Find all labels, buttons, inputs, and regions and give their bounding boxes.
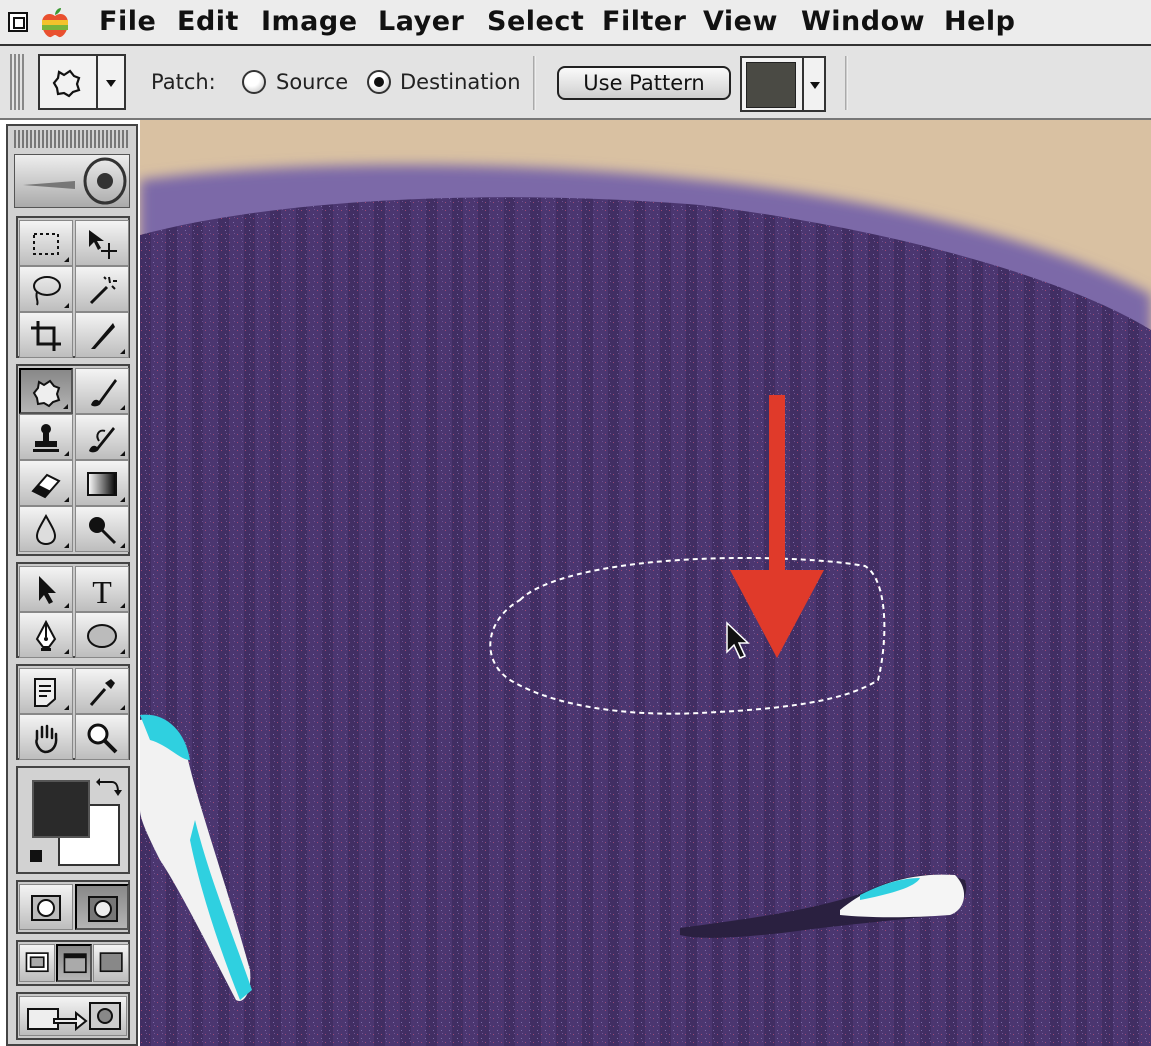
toolbox-logo[interactable] — [14, 154, 130, 208]
tool-preset-picker[interactable] — [38, 54, 126, 110]
photo — [140, 120, 1151, 1046]
menu-image[interactable]: Image — [261, 6, 358, 37]
ellipse-tool[interactable] — [75, 612, 129, 658]
chevron-down-icon — [810, 82, 820, 89]
foreground-color-swatch[interactable] — [32, 780, 90, 838]
path-selection-tool[interactable] — [19, 566, 73, 612]
standard-mode-button[interactable] — [19, 884, 73, 930]
options-bar-grip[interactable] — [10, 54, 24, 110]
patch-icon — [52, 69, 81, 98]
blur-tool[interactable] — [19, 506, 73, 552]
apple-icon[interactable] — [38, 6, 72, 40]
toolbox: T — [6, 124, 138, 1046]
history-brush-tool[interactable] — [75, 414, 129, 460]
color-swatches — [16, 766, 130, 874]
type-tool[interactable]: T — [75, 566, 129, 612]
tool-group-navigation — [16, 664, 130, 760]
quick-mask-group — [16, 880, 130, 934]
tool-group-painting — [16, 364, 130, 556]
pattern-swatch — [746, 62, 796, 108]
window-box-icon[interactable] — [8, 12, 28, 32]
zoom-tool[interactable] — [75, 714, 129, 760]
marquee-tool[interactable] — [19, 220, 73, 266]
source-label[interactable]: Source — [276, 70, 348, 94]
separator — [845, 56, 848, 110]
red-arrow-shaft — [769, 395, 785, 595]
menu-help[interactable]: Help — [944, 6, 1016, 37]
destination-radio[interactable] — [367, 70, 391, 94]
default-colors-icon[interactable] — [30, 850, 42, 862]
gradient-tool[interactable] — [75, 460, 129, 506]
toolbox-grip[interactable] — [14, 130, 130, 148]
use-pattern-button[interactable]: Use Pattern — [557, 66, 731, 100]
menu-select[interactable]: Select — [487, 6, 584, 37]
menu-view[interactable]: View — [703, 6, 778, 37]
quick-mask-mode-button[interactable] — [75, 884, 129, 930]
lasso-tool[interactable] — [19, 266, 73, 312]
magic-wand-tool[interactable] — [75, 266, 129, 312]
chevron-down-icon — [106, 80, 116, 87]
options-bar: Patch: Source Destination Use Pattern — [0, 46, 1151, 120]
jump-to-imageready-button[interactable] — [19, 996, 127, 1036]
dodge-tool[interactable] — [75, 506, 129, 552]
menu-filter[interactable]: Filter — [602, 6, 687, 37]
standard-screen-mode-button[interactable] — [19, 944, 55, 982]
eraser-tool[interactable] — [19, 460, 73, 506]
source-radio[interactable] — [242, 70, 266, 94]
clone-stamp-tool[interactable] — [19, 414, 73, 460]
svg-text:T: T — [92, 574, 112, 607]
tool-group-vector: T — [16, 562, 130, 658]
menu-layer[interactable]: Layer — [378, 6, 464, 37]
pen-tool[interactable] — [19, 612, 73, 658]
image-canvas[interactable] — [140, 120, 1151, 1046]
slice-tool[interactable] — [75, 312, 129, 358]
full-screen-menu-mode-button[interactable] — [56, 944, 92, 982]
screen-mode-group — [16, 940, 130, 986]
tool-group-selection — [16, 216, 130, 358]
swap-colors-icon[interactable] — [96, 776, 122, 798]
crop-tool[interactable] — [19, 312, 73, 358]
jump-to-group — [16, 992, 130, 1040]
menu-edit[interactable]: Edit — [177, 6, 239, 37]
eyedropper-tool[interactable] — [75, 668, 129, 714]
brush-tool[interactable] — [75, 368, 129, 414]
notes-tool[interactable] — [19, 668, 73, 714]
menu-bar: File Edit Image Layer Select Filter View… — [0, 0, 1151, 46]
patch-label: Patch: — [151, 70, 216, 94]
move-tool[interactable] — [75, 220, 129, 266]
patch-tool[interactable] — [19, 368, 73, 414]
hand-tool[interactable] — [19, 714, 73, 760]
menu-file[interactable]: File — [99, 6, 156, 37]
menu-window[interactable]: Window — [801, 6, 925, 37]
pattern-picker[interactable] — [740, 56, 826, 112]
full-screen-mode-button[interactable] — [93, 944, 129, 982]
separator — [533, 56, 536, 110]
destination-label[interactable]: Destination — [400, 70, 521, 94]
